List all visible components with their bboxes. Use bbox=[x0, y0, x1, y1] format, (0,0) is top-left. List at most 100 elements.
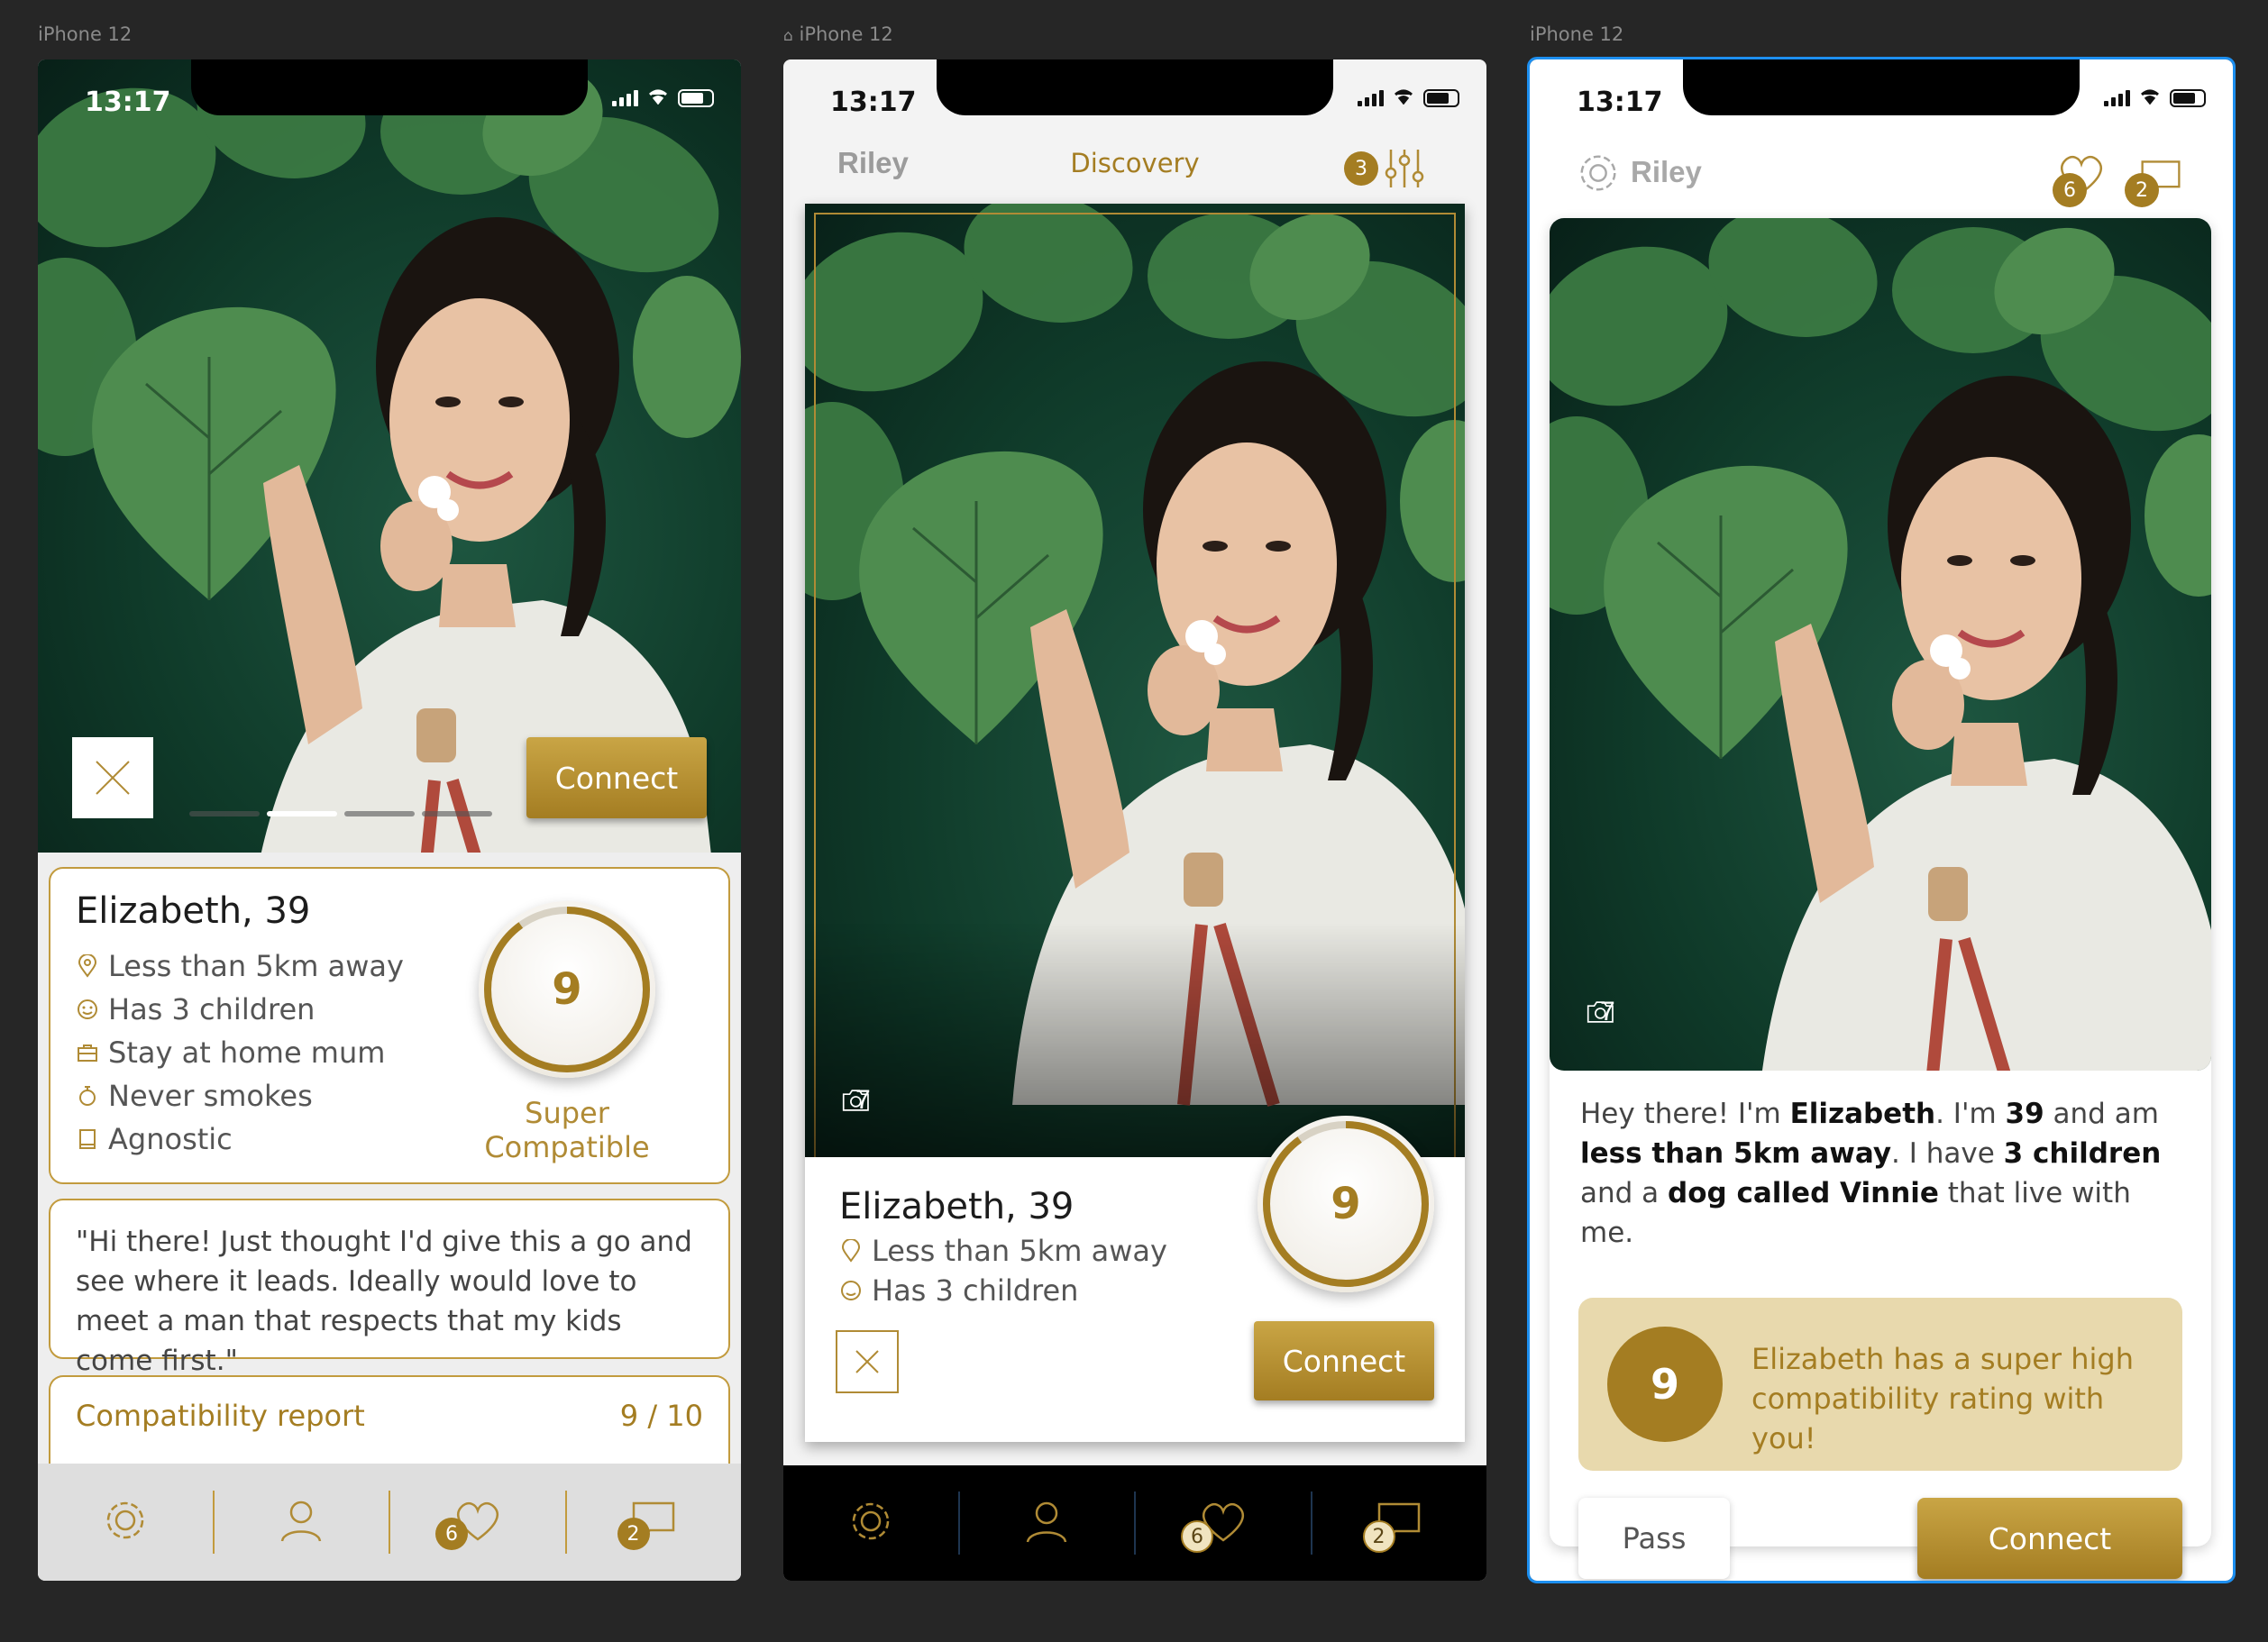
attribute-text: Has 3 children bbox=[872, 1273, 1079, 1308]
tab-settings[interactable] bbox=[783, 1491, 958, 1555]
attribute-text: Has 3 children bbox=[108, 992, 316, 1026]
status-bar: 13:17 bbox=[783, 59, 1486, 150]
photo-pager[interactable] bbox=[189, 811, 492, 816]
page-title: Discovery bbox=[1070, 148, 1200, 178]
filter-count-badge: 3 bbox=[1344, 151, 1378, 186]
bio-text: . I have bbox=[1891, 1137, 2004, 1170]
score-label: Super Compatible bbox=[447, 1096, 687, 1164]
status-icons bbox=[1358, 87, 1459, 109]
filter-sliders-icon[interactable] bbox=[1382, 146, 1427, 196]
status-time: 13:17 bbox=[830, 87, 917, 118]
tab-likes[interactable]: 6 bbox=[1134, 1491, 1311, 1555]
tab-messages[interactable]: 2 bbox=[1310, 1491, 1487, 1555]
score-label-line: Compatible bbox=[484, 1130, 650, 1164]
profile-name: Elizabeth, 39 bbox=[76, 890, 311, 932]
status-bar: 13:17 bbox=[38, 59, 741, 150]
score-value: 9 bbox=[1331, 1179, 1361, 1229]
smiley-icon bbox=[839, 1279, 863, 1302]
quote-card: "Hi there! Just thought I'd give this a … bbox=[49, 1199, 730, 1377]
score-value: 9 bbox=[552, 964, 582, 1015]
attribute-religion: Agnostic bbox=[76, 1117, 404, 1161]
wifi-icon bbox=[646, 87, 670, 109]
bio-highlight: 39 bbox=[2005, 1098, 2044, 1130]
likes-badge: 6 bbox=[1181, 1520, 1213, 1553]
compatibility-report-title: Compatibility report bbox=[76, 1399, 365, 1433]
phone-profile-detail: 13:17 Connect Elizabeth, 39 Less than 5k… bbox=[38, 59, 741, 1581]
connect-button[interactable]: Connect bbox=[1917, 1498, 2182, 1579]
compatibility-score: 9 bbox=[479, 901, 655, 1078]
pass-button[interactable]: Pass bbox=[1578, 1498, 1730, 1579]
phone-match-card: 13:17 Riley 6 2 7 Hey there! I'm Elizabe… bbox=[1527, 57, 2236, 1583]
attribute-occupation: Stay at home mum bbox=[76, 1031, 404, 1074]
tab-bar: 6 2 bbox=[38, 1464, 741, 1581]
profile-photo[interactable] bbox=[38, 59, 741, 853]
profile-photo[interactable]: 7 bbox=[1550, 218, 2211, 1071]
attribute-text: Agnostic bbox=[108, 1122, 233, 1156]
signal-icon bbox=[612, 89, 638, 106]
bio-text: Hey there! I'm bbox=[1580, 1098, 1790, 1130]
pass-button[interactable] bbox=[72, 737, 153, 818]
compatibility-score: 9 bbox=[1257, 1116, 1434, 1292]
frame-label: iPhone 12 bbox=[1530, 23, 1624, 45]
attribute-list: Less than 5km away Has 3 children bbox=[839, 1231, 1167, 1310]
status-time: 13:17 bbox=[1577, 87, 1663, 118]
photo-count[interactable]: 7 bbox=[1586, 997, 1615, 1027]
frame-label: iPhone 12 bbox=[38, 23, 133, 45]
bio-highlight: dog called Vinnie bbox=[1668, 1177, 1939, 1209]
profile-quote: "Hi there! Just thought I'd give this a … bbox=[76, 1226, 692, 1377]
notch bbox=[937, 59, 1333, 115]
smiley-icon bbox=[76, 998, 99, 1021]
score-circle: 9 bbox=[1607, 1327, 1723, 1442]
tab-profile[interactable] bbox=[957, 1491, 1135, 1555]
messages-badge: 2 bbox=[1362, 1520, 1395, 1553]
tab-bar: 6 2 bbox=[783, 1465, 1486, 1581]
bio-text: . I'm bbox=[1935, 1098, 2006, 1130]
pass-button[interactable] bbox=[836, 1330, 899, 1393]
profile-photo[interactable]: 7 bbox=[805, 204, 1465, 1157]
current-user-name: Riley bbox=[1631, 155, 1702, 188]
bio-highlight: Elizabeth bbox=[1789, 1098, 1936, 1130]
compatibility-banner-text: Elizabeth has a super high compatibility… bbox=[1751, 1342, 2134, 1455]
discovery-card[interactable]: 7 Elizabeth, 39 Less than 5km away Has 3… bbox=[805, 204, 1465, 1442]
profile-bio: Hey there! I'm Elizabeth. I'm 39 and am … bbox=[1580, 1094, 2184, 1253]
compatibility-report-value: 9 / 10 bbox=[619, 1399, 703, 1433]
briefcase-icon bbox=[76, 1041, 99, 1064]
bio-text: and am bbox=[2044, 1098, 2159, 1130]
close-icon bbox=[855, 1350, 879, 1373]
tab-likes[interactable]: 6 bbox=[389, 1491, 565, 1554]
tab-settings[interactable] bbox=[38, 1491, 213, 1554]
signal-icon bbox=[1358, 89, 1384, 106]
photo-count[interactable]: 7 bbox=[841, 1085, 871, 1116]
notch bbox=[1683, 59, 2080, 115]
person-icon bbox=[1022, 1497, 1071, 1550]
notch bbox=[191, 59, 588, 115]
messages-badge: 2 bbox=[2125, 173, 2159, 207]
home-icon: ⌂ bbox=[783, 27, 793, 45]
gear-icon[interactable] bbox=[1575, 150, 1622, 201]
frame-label-text: iPhone 12 bbox=[799, 23, 893, 45]
attribute-smoking: Never smokes bbox=[76, 1074, 404, 1117]
battery-icon bbox=[1423, 88, 1459, 107]
battery-icon bbox=[678, 88, 714, 107]
book-icon bbox=[76, 1127, 99, 1151]
profile-name: Elizabeth, 39 bbox=[839, 1186, 1075, 1227]
person-icon bbox=[277, 1496, 325, 1549]
location-pin-icon bbox=[76, 954, 99, 978]
attribute-children: Has 3 children bbox=[76, 988, 404, 1031]
bio-text: and a bbox=[1580, 1177, 1669, 1209]
connect-button[interactable]: Connect bbox=[526, 737, 707, 818]
status-time: 13:17 bbox=[85, 87, 171, 118]
connect-button[interactable]: Connect bbox=[1254, 1321, 1434, 1400]
attribute-text: Less than 5km away bbox=[872, 1234, 1167, 1268]
tab-messages[interactable]: 2 bbox=[564, 1491, 742, 1554]
status-icons bbox=[612, 87, 714, 109]
signal-icon bbox=[2104, 89, 2130, 106]
attribute-text: Stay at home mum bbox=[108, 1035, 386, 1070]
attribute-distance: Less than 5km away bbox=[76, 944, 404, 988]
likes-badge: 6 bbox=[435, 1518, 468, 1550]
match-card[interactable]: 7 Hey there! I'm Elizabeth. I'm 39 and a… bbox=[1550, 218, 2211, 1579]
tab-profile[interactable] bbox=[212, 1491, 389, 1554]
bio-highlight: less than 5km away bbox=[1580, 1137, 1892, 1170]
gear-icon bbox=[846, 1497, 895, 1550]
wifi-icon bbox=[1392, 87, 1415, 109]
